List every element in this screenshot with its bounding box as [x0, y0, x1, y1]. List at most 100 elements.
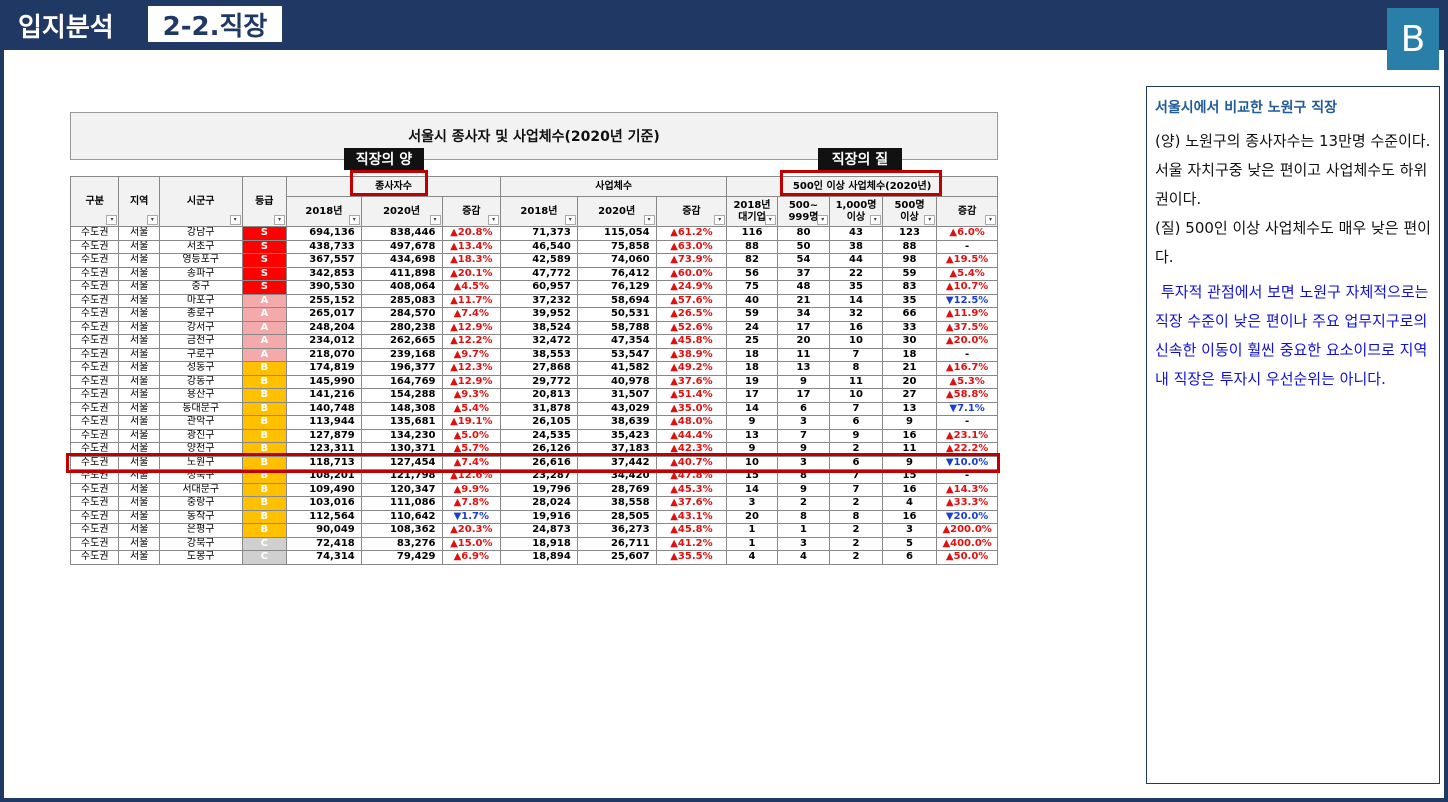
- filter-icon[interactable]: ▾: [348, 215, 360, 225]
- row-500-999: 17: [776, 320, 831, 335]
- filter-icon[interactable]: ▾: [564, 215, 576, 225]
- row-1000-plus: 11: [829, 374, 883, 389]
- row-big-2018: 9: [726, 442, 778, 457]
- row-big-2018: 19: [726, 374, 778, 389]
- row-business-2018: 29,772: [500, 374, 578, 389]
- row-workers-2020: 434,698: [360, 253, 443, 268]
- row-category: 수도권: [69, 361, 120, 376]
- row-1000-plus: 16: [829, 320, 883, 335]
- col-business-change[interactable]: 증감 ▾: [655, 196, 728, 227]
- row-district: 금천구: [158, 334, 243, 349]
- row-large-change: ▼20.0%: [936, 509, 998, 524]
- row-500-999: 11: [776, 347, 831, 362]
- row-business-change: ▲42.3%: [655, 442, 728, 457]
- row-district: 성북구: [158, 469, 243, 484]
- row-big-2018: 1: [726, 536, 778, 551]
- row-500-999: 21: [776, 293, 831, 308]
- row-500-plus: 123: [881, 226, 938, 241]
- col-large-change[interactable]: 증감 ▾: [936, 196, 998, 227]
- group-workers: 종사자수: [286, 176, 502, 197]
- col-business-2018[interactable]: 2018년 ▾: [500, 196, 578, 227]
- row-workers-2020: 284,570: [360, 307, 443, 322]
- row-region: 서울: [118, 253, 160, 268]
- filter-icon[interactable]: ▾: [869, 215, 881, 225]
- filter-icon[interactable]: ▾: [764, 215, 776, 225]
- row-business-change: ▲37.6%: [655, 496, 728, 511]
- filter-icon[interactable]: ▾: [985, 215, 996, 225]
- filter-icon[interactable]: ▾: [429, 215, 441, 225]
- row-category: 수도권: [69, 428, 120, 443]
- row-business-change: ▲41.2%: [655, 536, 728, 551]
- row-business-2018: 18,918: [500, 536, 578, 551]
- row-workers-2018: 123,311: [286, 442, 362, 457]
- col-region[interactable]: 지역 ▾: [118, 176, 160, 227]
- row-workers-change: ▲20.3%: [441, 523, 502, 538]
- row-500-999: 13: [776, 361, 831, 376]
- row-workers-2020: 83,276: [360, 536, 443, 551]
- row-district: 강남구: [158, 226, 243, 241]
- col-category[interactable]: 구분 ▾: [69, 176, 120, 227]
- row-large-change: ▲23.1%: [936, 428, 998, 443]
- row-business-2018: 47,772: [500, 266, 578, 281]
- row-business-2020: 115,054: [576, 226, 657, 241]
- row-1000-plus: 32: [829, 307, 883, 322]
- table-row: 수도권 서울 서대문구 B 109,490 120,347 ▲9.9% 19,796 28,76…: [69, 482, 998, 497]
- filter-icon[interactable]: ▾: [274, 215, 286, 225]
- filter-icon[interactable]: ▾: [643, 215, 655, 225]
- row-workers-2018: 141,216: [286, 388, 362, 403]
- row-workers-change: ▲5.7%: [441, 442, 502, 457]
- row-category: 수도권: [69, 509, 120, 524]
- group-business: 사업체수: [500, 176, 728, 197]
- row-1000-plus: 14: [829, 293, 883, 308]
- row-grade: B: [241, 388, 288, 403]
- row-500-plus: 15: [881, 469, 938, 484]
- row-500-999: 8: [776, 509, 831, 524]
- row-region: 서울: [118, 550, 160, 565]
- filter-icon[interactable]: ▾: [817, 215, 829, 225]
- filter-icon[interactable]: ▾: [714, 215, 726, 225]
- filter-icon[interactable]: ▾: [488, 215, 500, 225]
- col-workers-2020[interactable]: 2020년 ▾: [360, 196, 443, 227]
- col-1000-plus[interactable]: 1,000명 이상 ▾: [829, 196, 883, 227]
- row-workers-2020: 127,454: [360, 455, 443, 470]
- filter-icon[interactable]: ▾: [924, 215, 936, 225]
- col-district[interactable]: 시군구 ▾: [158, 176, 243, 227]
- row-1000-plus: 7: [829, 401, 883, 416]
- row-1000-plus: 35: [829, 280, 883, 295]
- row-large-change: ▲50.0%: [936, 550, 998, 565]
- row-business-2020: 75,858: [576, 239, 657, 254]
- col-500-999[interactable]: 500~ 999명 ▾: [776, 196, 831, 227]
- row-business-2020: 36,273: [576, 523, 657, 538]
- row-business-2018: 26,105: [500, 415, 578, 430]
- row-500-plus: 21: [881, 361, 938, 376]
- row-business-change: ▲47.8%: [655, 469, 728, 484]
- col-business-2020[interactable]: 2020년 ▾: [576, 196, 657, 227]
- row-large-change: ▲5.3%: [936, 374, 998, 389]
- row-business-2018: 38,553: [500, 347, 578, 362]
- row-grade: A: [241, 307, 288, 322]
- row-500-plus: 66: [881, 307, 938, 322]
- row-500-999: 17: [776, 388, 831, 403]
- row-grade: S: [241, 253, 288, 268]
- filter-icon[interactable]: ▾: [146, 215, 158, 225]
- row-500-999: 3: [776, 415, 831, 430]
- col-big-2018[interactable]: 2018년 대기업 ▾: [726, 196, 778, 227]
- row-500-999: 80: [776, 226, 831, 241]
- row-1000-plus: 9: [829, 428, 883, 443]
- row-business-change: ▲26.5%: [655, 307, 728, 322]
- col-500-plus[interactable]: 500명 이상 ▾: [881, 196, 938, 227]
- filter-icon[interactable]: ▾: [106, 215, 118, 225]
- filter-icon[interactable]: ▾: [229, 215, 241, 225]
- row-region: 서울: [118, 442, 160, 457]
- row-business-2020: 43,029: [576, 401, 657, 416]
- row-business-change: ▲49.2%: [655, 361, 728, 376]
- row-grade: A: [241, 320, 288, 335]
- table-row: 수도권 서울 양천구 B 123,311 130,371 ▲5.7% 26,126 37,183…: [69, 442, 998, 457]
- col-grade[interactable]: 등급 ▾: [241, 176, 288, 227]
- row-district: 관악구: [158, 415, 243, 430]
- row-district: 중구: [158, 280, 243, 295]
- row-large-change: ▲37.5%: [936, 320, 998, 335]
- col-workers-change[interactable]: 증감 ▾: [441, 196, 502, 227]
- row-1000-plus: 2: [829, 523, 883, 538]
- col-workers-2018[interactable]: 2018년 ▾: [286, 196, 362, 227]
